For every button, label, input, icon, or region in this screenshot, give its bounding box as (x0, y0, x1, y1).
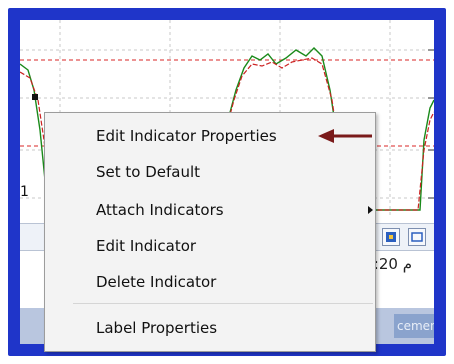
menu-item-set-to-default[interactable]: Set to Default (46, 155, 374, 189)
menu-item-delete-indicator[interactable]: Delete Indicator (46, 265, 374, 299)
menu-item-edit-indicator[interactable]: Edit Indicator (46, 229, 374, 263)
menu-separator (73, 303, 373, 304)
submenu-arrow-icon (368, 206, 373, 214)
menu-item-label: Set to Default (96, 163, 201, 181)
menu-item-label: Edit Indicator (96, 237, 197, 255)
bottom-tab[interactable]: cement (394, 314, 434, 338)
chart-marker (32, 94, 38, 100)
axis-label-1: 1 (20, 184, 29, 200)
context-menu: Edit Indicator Properties Set to Default… (44, 112, 376, 352)
menu-item-edit-indicator-properties[interactable]: Edit Indicator Properties (46, 119, 374, 153)
menu-item-label: Edit Indicator Properties (96, 127, 277, 145)
toolbar-button-1[interactable] (382, 228, 400, 246)
indicator-icon (386, 232, 396, 242)
menu-item-label: Attach Indicators (96, 201, 224, 219)
window-icon (411, 232, 423, 242)
toolbar-button-2[interactable] (408, 228, 426, 246)
menu-item-attach-indicators[interactable]: Attach Indicators (46, 193, 374, 227)
menu-item-label: Delete Indicator (96, 273, 217, 291)
arrow-left-icon (318, 129, 372, 143)
menu-item-label-properties[interactable]: Label Properties (46, 311, 374, 345)
menu-item-label: Label Properties (96, 319, 218, 337)
